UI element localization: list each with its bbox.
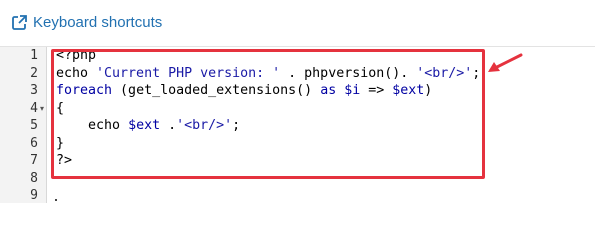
line-number: 6 xyxy=(30,135,38,151)
line-number: 8 xyxy=(30,170,38,186)
keyboard-shortcuts-link[interactable]: Keyboard shortcuts xyxy=(12,14,162,31)
line-number: 1 xyxy=(30,48,38,63)
line-number: 4 xyxy=(30,100,38,116)
text-cursor-marker xyxy=(55,199,57,201)
line-number: 2 xyxy=(30,65,38,81)
line-number-gutter: 1 2 3 4 ▾ 5 6 7 8 9 xyxy=(0,47,47,203)
external-link-icon xyxy=(12,15,27,30)
keyboard-shortcuts-label: Keyboard shortcuts xyxy=(33,14,163,31)
line-number: 9 xyxy=(30,188,38,203)
annotation-highlight-box xyxy=(51,49,485,179)
red-arrow-icon xyxy=(485,52,525,81)
editor-toolbar: Keyboard shortcuts xyxy=(0,0,595,48)
line-number: 7 xyxy=(30,153,38,168)
line-number: 5 xyxy=(30,118,38,133)
fold-toggle-icon[interactable]: ▾ xyxy=(40,100,44,118)
line-number: 3 xyxy=(30,83,38,98)
